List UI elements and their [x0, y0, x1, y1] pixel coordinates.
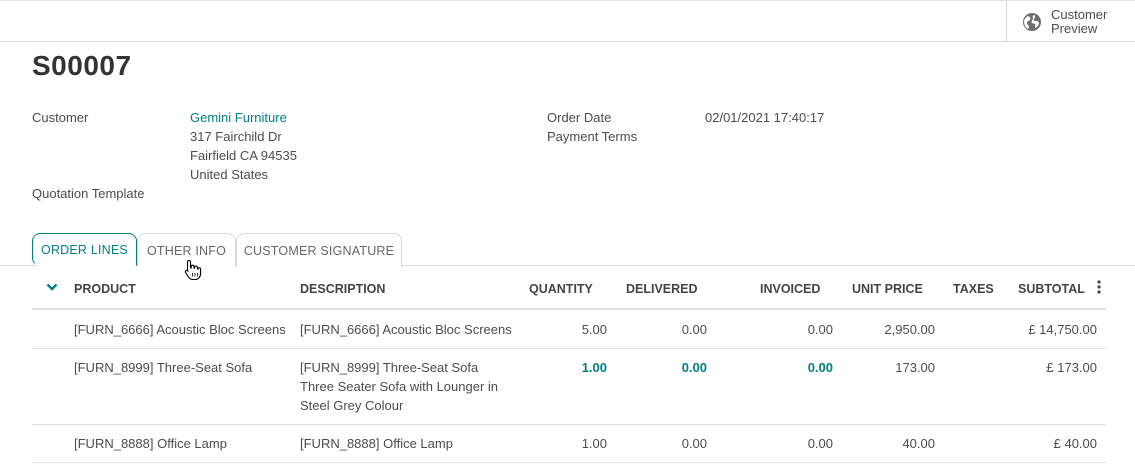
- unit-price-cell[interactable]: 173.00: [835, 358, 935, 377]
- quantity-cell[interactable]: 1.00: [507, 358, 607, 377]
- delivered-cell: 0.00: [681, 360, 707, 375]
- invoiced-cell: 0.00: [807, 322, 833, 337]
- description-line[interactable]: [FURN_8999] Three-Seat Sofa: [300, 358, 478, 377]
- delivered-cell: 0.00: [681, 322, 707, 337]
- control-panel: Customer Preview: [0, 0, 1135, 42]
- column-header-delivered[interactable]: DELIVERED: [626, 282, 698, 296]
- column-header-invoiced[interactable]: INVOICED: [760, 282, 820, 296]
- invoiced-cell: 0.00: [807, 436, 833, 451]
- quantity-cell[interactable]: 5.00: [507, 320, 607, 339]
- notebook-tabs: ORDER LINES OTHER INFO CUSTOMER SIGNATUR…: [0, 232, 1135, 267]
- order-date-label: Order Date: [547, 110, 612, 125]
- page-title: S00007: [32, 50, 132, 81]
- column-header-description[interactable]: DESCRIPTION: [300, 282, 385, 296]
- unit-price-cell[interactable]: 40.00: [835, 434, 935, 453]
- customer-address-line2: Fairfield CA 94535: [190, 148, 297, 163]
- column-header-taxes[interactable]: TAXES: [953, 282, 994, 296]
- product-cell[interactable]: [FURN_8888] Office Lamp: [74, 434, 227, 453]
- product-cell[interactable]: [FURN_6666] Acoustic Bloc Screens: [74, 320, 286, 339]
- description-line[interactable]: Three Seater Sofa with Lounger in: [300, 377, 498, 396]
- column-header-product[interactable]: PRODUCT: [74, 282, 136, 296]
- customer-address-line3: United States: [190, 167, 269, 182]
- column-options-icon[interactable]: [1096, 280, 1102, 294]
- table-row[interactable]: [FURN_8999] Three-Seat Sofa [FURN_8999] …: [32, 349, 1106, 425]
- customer-link[interactable]: Gemini Furniture: [190, 110, 287, 125]
- product-cell[interactable]: [FURN_8999] Three-Seat Sofa: [74, 358, 252, 377]
- column-header-subtotal[interactable]: SUBTOTAL: [1018, 282, 1085, 296]
- unit-price-cell[interactable]: 2,950.00: [835, 320, 935, 339]
- hand-cursor-icon: [184, 259, 202, 281]
- customer-label: Customer: [32, 110, 89, 125]
- invoiced-cell: 0.00: [807, 360, 833, 375]
- tab-order-lines[interactable]: ORDER LINES: [32, 233, 137, 266]
- subtotal-cell: £ 40.00: [1053, 436, 1097, 451]
- payment-terms-label: Payment Terms: [547, 129, 638, 144]
- description-cell[interactable]: [FURN_6666] Acoustic Bloc Screens: [300, 320, 512, 339]
- column-header-quantity[interactable]: QUANTITY: [529, 282, 593, 296]
- description-line[interactable]: Steel Grey Colour: [300, 396, 403, 415]
- column-header-unit-price[interactable]: UNIT PRICE: [852, 282, 923, 296]
- delivered-cell: 0.00: [681, 436, 707, 451]
- quantity-cell[interactable]: 1.00: [507, 434, 607, 453]
- table-row[interactable]: [FURN_8888] Office Lamp [FURN_8888] Offi…: [32, 425, 1106, 463]
- tab-customer-signature[interactable]: CUSTOMER SIGNATURE: [236, 233, 402, 267]
- quotation-template-label: Quotation Template: [32, 186, 145, 201]
- chevron-down-icon[interactable]: [46, 282, 58, 292]
- customer-preview-button[interactable]: Customer Preview: [1006, 1, 1135, 42]
- subtotal-cell: £ 14,750.00: [1028, 322, 1097, 337]
- order-date-value[interactable]: 02/01/2021 17:40:17: [705, 110, 824, 125]
- customer-preview-label: Customer Preview: [1051, 6, 1108, 36]
- description-cell[interactable]: [FURN_8888] Office Lamp: [300, 434, 453, 453]
- subtotal-cell: £ 173.00: [1046, 360, 1097, 375]
- customer-address-line1: 317 Fairchild Dr: [190, 129, 282, 144]
- table-row[interactable]: [FURN_6666] Acoustic Bloc Screens [FURN_…: [32, 310, 1106, 349]
- globe-icon: [1023, 12, 1041, 31]
